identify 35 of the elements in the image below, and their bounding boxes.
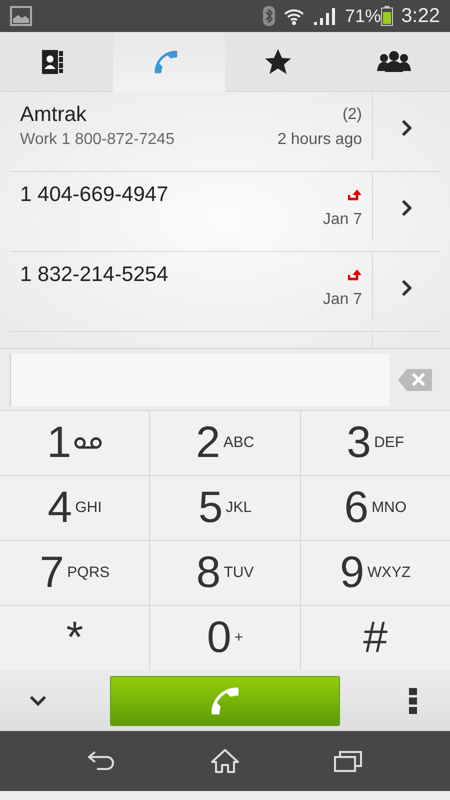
- number-input-field[interactable]: [10, 354, 390, 406]
- call-log-entry[interactable]: 1 404-669-4947 Jan 7: [10, 172, 372, 251]
- wifi-icon: [283, 7, 306, 25]
- phone-number: Work 1 800-872-7245: [20, 130, 174, 150]
- backspace-icon: [398, 368, 432, 390]
- signal-icon: [313, 7, 338, 25]
- chevron-icon: [400, 278, 412, 296]
- contact-name: 1 404-669-4947: [20, 182, 168, 208]
- contact-name: Amtrak: [20, 102, 88, 128]
- call-log-entry[interactable]: 1 832-214-5254 Jan 7: [10, 252, 372, 331]
- recent-apps-icon: [333, 748, 364, 774]
- chevron-down-icon: [28, 694, 46, 706]
- call-time: 2 hours ago: [277, 130, 362, 150]
- battery-percentage: 71%: [345, 4, 382, 28]
- clock: 3:22: [401, 4, 440, 29]
- bluetooth-icon: [263, 6, 276, 26]
- home-icon: [210, 748, 240, 774]
- dial-key[interactable]: *: [0, 606, 150, 670]
- chevron-icon: [400, 118, 412, 136]
- call-button[interactable]: [110, 676, 340, 726]
- dial-key[interactable]: #: [300, 606, 450, 670]
- call-log-entry[interactable]: Amtrak Work 1 800-872-7245 (2) 2 hours ago: [10, 92, 372, 171]
- call-count: (2): [342, 105, 362, 125]
- outgoing-call-icon: [348, 269, 362, 281]
- battery-icon: [381, 6, 394, 26]
- dial-key[interactable]: 1: [0, 411, 150, 475]
- chevron-icon: [400, 198, 412, 216]
- dial-key[interactable]: 0+: [150, 606, 300, 670]
- call-time: Jan 7: [322, 210, 362, 230]
- more-icon: [408, 686, 418, 714]
- outgoing-call-icon: [348, 189, 362, 201]
- voicemail-icon: [74, 436, 102, 450]
- picture-icon: [10, 6, 32, 26]
- call-time: Jan 7: [322, 290, 362, 310]
- contact-name: 1 832-214-5254: [20, 262, 168, 288]
